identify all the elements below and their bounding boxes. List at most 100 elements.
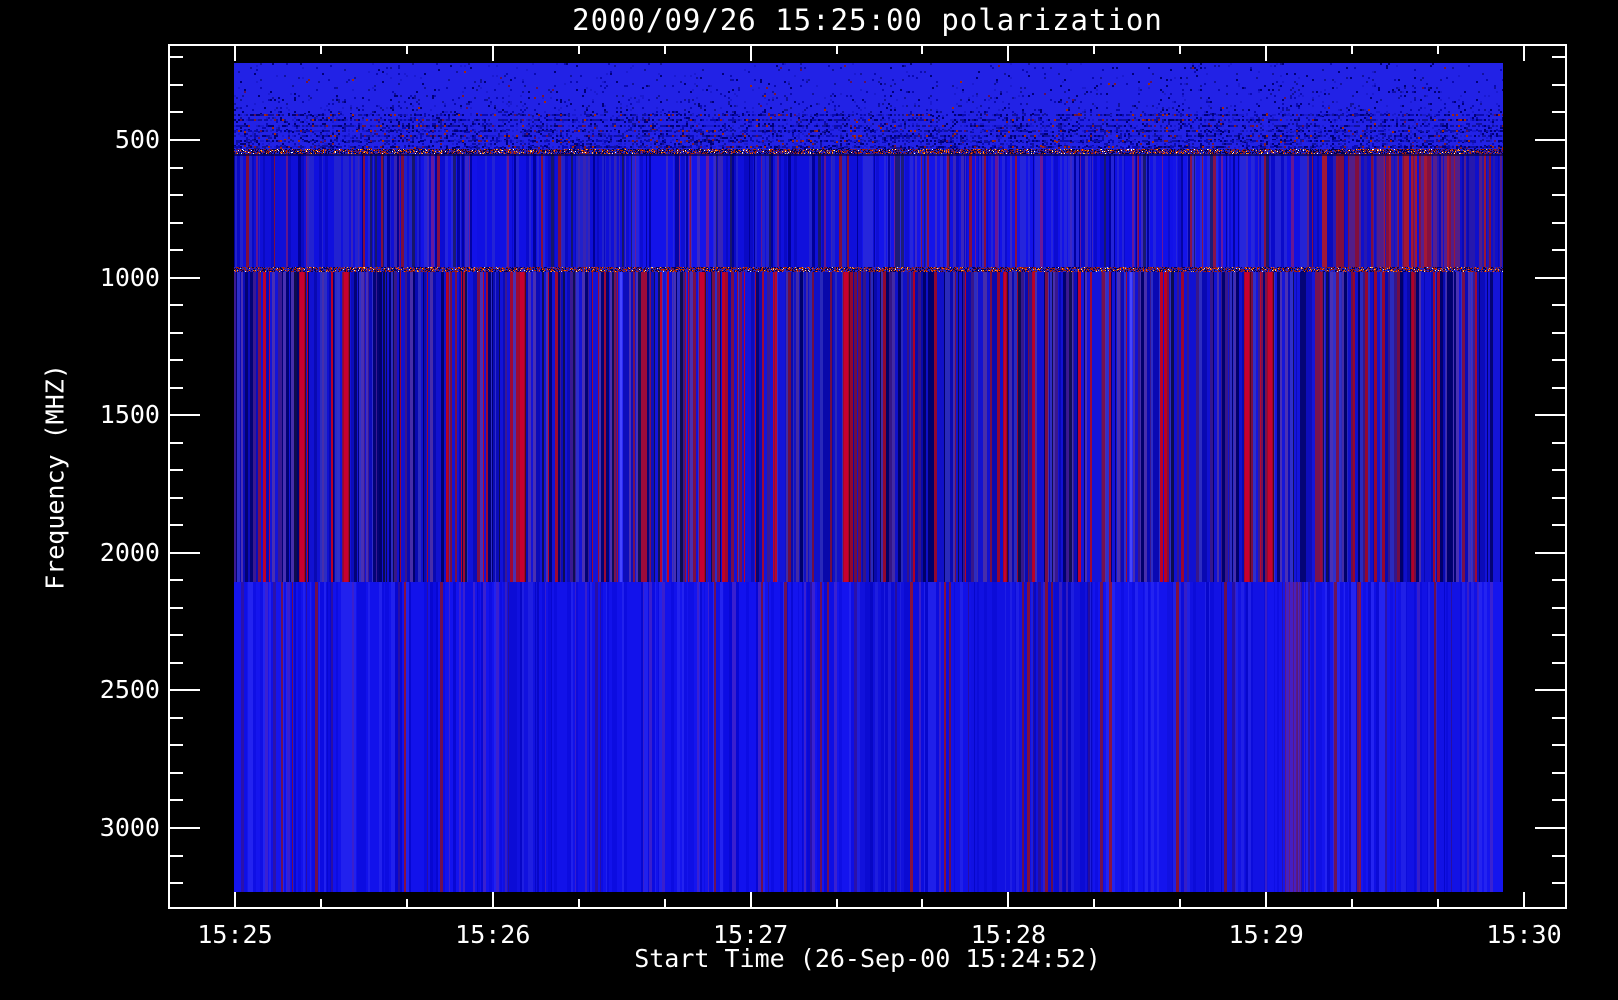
y-minor-tick (1552, 799, 1565, 802)
y-minor-tick (170, 524, 183, 527)
x-minor-tick (663, 46, 666, 54)
x-major-tick (749, 892, 752, 907)
y-major-tick (170, 689, 200, 692)
y-minor-tick (1552, 882, 1565, 885)
y-minor-tick (1552, 56, 1565, 59)
x-axis-title: Start Time (26-Sep-00 15:24:52) (634, 944, 1101, 973)
y-minor-tick (1552, 744, 1565, 747)
y-minor-tick (1552, 386, 1565, 389)
y-minor-tick (170, 882, 183, 885)
y-minor-tick (170, 304, 183, 307)
x-minor-tick (1437, 46, 1440, 54)
y-minor-tick (1552, 524, 1565, 527)
x-minor-tick (577, 46, 580, 54)
y-minor-tick (170, 221, 183, 224)
y-minor-tick (170, 441, 183, 444)
y-minor-tick (1552, 634, 1565, 637)
y-minor-tick (170, 661, 183, 664)
x-minor-tick (1093, 46, 1096, 54)
y-minor-tick (1552, 606, 1565, 609)
chart-title: 2000/09/26 15:25:00 polarization (572, 3, 1163, 37)
y-minor-tick (1552, 331, 1565, 334)
y-minor-tick (170, 166, 183, 169)
x-minor-tick (1179, 46, 1182, 54)
y-tick-label: 2500 (99, 675, 160, 705)
y-minor-tick (1552, 441, 1565, 444)
x-minor-tick (1351, 46, 1354, 54)
x-major-tick (1007, 46, 1010, 61)
y-minor-tick (1552, 304, 1565, 307)
y-minor-tick (1552, 496, 1565, 499)
x-major-tick (1523, 892, 1525, 907)
y-major-tick (170, 827, 200, 829)
y-major-tick (170, 139, 200, 141)
y-minor-tick (1552, 661, 1565, 664)
x-minor-tick (405, 46, 408, 54)
y-tick-label: 1500 (99, 400, 160, 430)
x-major-tick (1007, 892, 1010, 907)
x-minor-tick (577, 899, 580, 907)
x-minor-tick (1179, 899, 1182, 907)
x-minor-tick (663, 899, 666, 907)
y-major-tick (1535, 689, 1565, 692)
y-minor-tick (1552, 249, 1565, 252)
x-major-tick (491, 892, 494, 907)
x-major-tick (1265, 46, 1268, 61)
x-minor-tick (921, 899, 924, 907)
y-minor-tick (170, 111, 183, 114)
y-major-tick (1535, 276, 1565, 279)
x-major-tick (1265, 892, 1268, 907)
y-major-tick (1535, 551, 1565, 554)
x-minor-tick (405, 899, 408, 907)
y-minor-tick (1552, 771, 1565, 774)
y-tick-label: 3000 (99, 813, 160, 842)
y-minor-tick (170, 854, 183, 857)
y-minor-tick (1552, 83, 1565, 86)
x-minor-tick (835, 899, 838, 907)
y-minor-tick (170, 744, 183, 747)
y-minor-tick (170, 331, 183, 334)
y-minor-tick (170, 634, 183, 637)
y-minor-tick (170, 799, 183, 802)
y-minor-tick (1552, 359, 1565, 362)
x-minor-tick (319, 46, 322, 54)
y-minor-tick (1552, 194, 1565, 197)
y-minor-tick (170, 83, 183, 86)
y-minor-tick (1552, 111, 1565, 114)
y-minor-tick (170, 386, 183, 389)
y-minor-tick (1552, 716, 1565, 719)
x-major-tick (749, 46, 752, 61)
y-major-tick (1535, 139, 1565, 141)
axis-frame (168, 44, 1567, 909)
y-minor-tick (1552, 469, 1565, 472)
y-tick-label: 500 (114, 125, 160, 154)
x-major-tick (234, 46, 236, 61)
y-minor-tick (170, 359, 183, 362)
y-minor-tick (170, 56, 183, 59)
x-minor-tick (1351, 899, 1354, 907)
y-minor-tick (1552, 221, 1565, 224)
y-minor-tick (170, 716, 183, 719)
y-major-tick (170, 276, 200, 279)
y-minor-tick (170, 771, 183, 774)
y-major-tick (1535, 827, 1565, 829)
x-minor-tick (921, 46, 924, 54)
y-minor-tick (1552, 579, 1565, 582)
y-minor-tick (170, 194, 183, 197)
x-minor-tick (1093, 899, 1096, 907)
y-minor-tick (170, 579, 183, 582)
y-tick-label: 1000 (99, 262, 160, 292)
y-minor-tick (170, 469, 183, 472)
spectrogram-plot-window: 2000/09/26 15:25:00 polarization Frequen… (0, 0, 1618, 1000)
x-minor-tick (835, 46, 838, 54)
y-minor-tick (170, 249, 183, 252)
y-tick-label: 2000 (99, 537, 160, 567)
y-minor-tick (1552, 854, 1565, 857)
x-major-tick (1523, 46, 1525, 61)
x-major-tick (234, 892, 236, 907)
y-major-tick (170, 414, 200, 417)
y-minor-tick (170, 606, 183, 609)
x-minor-tick (1437, 899, 1440, 907)
y-major-tick (170, 551, 200, 554)
y-major-tick (1535, 414, 1565, 417)
